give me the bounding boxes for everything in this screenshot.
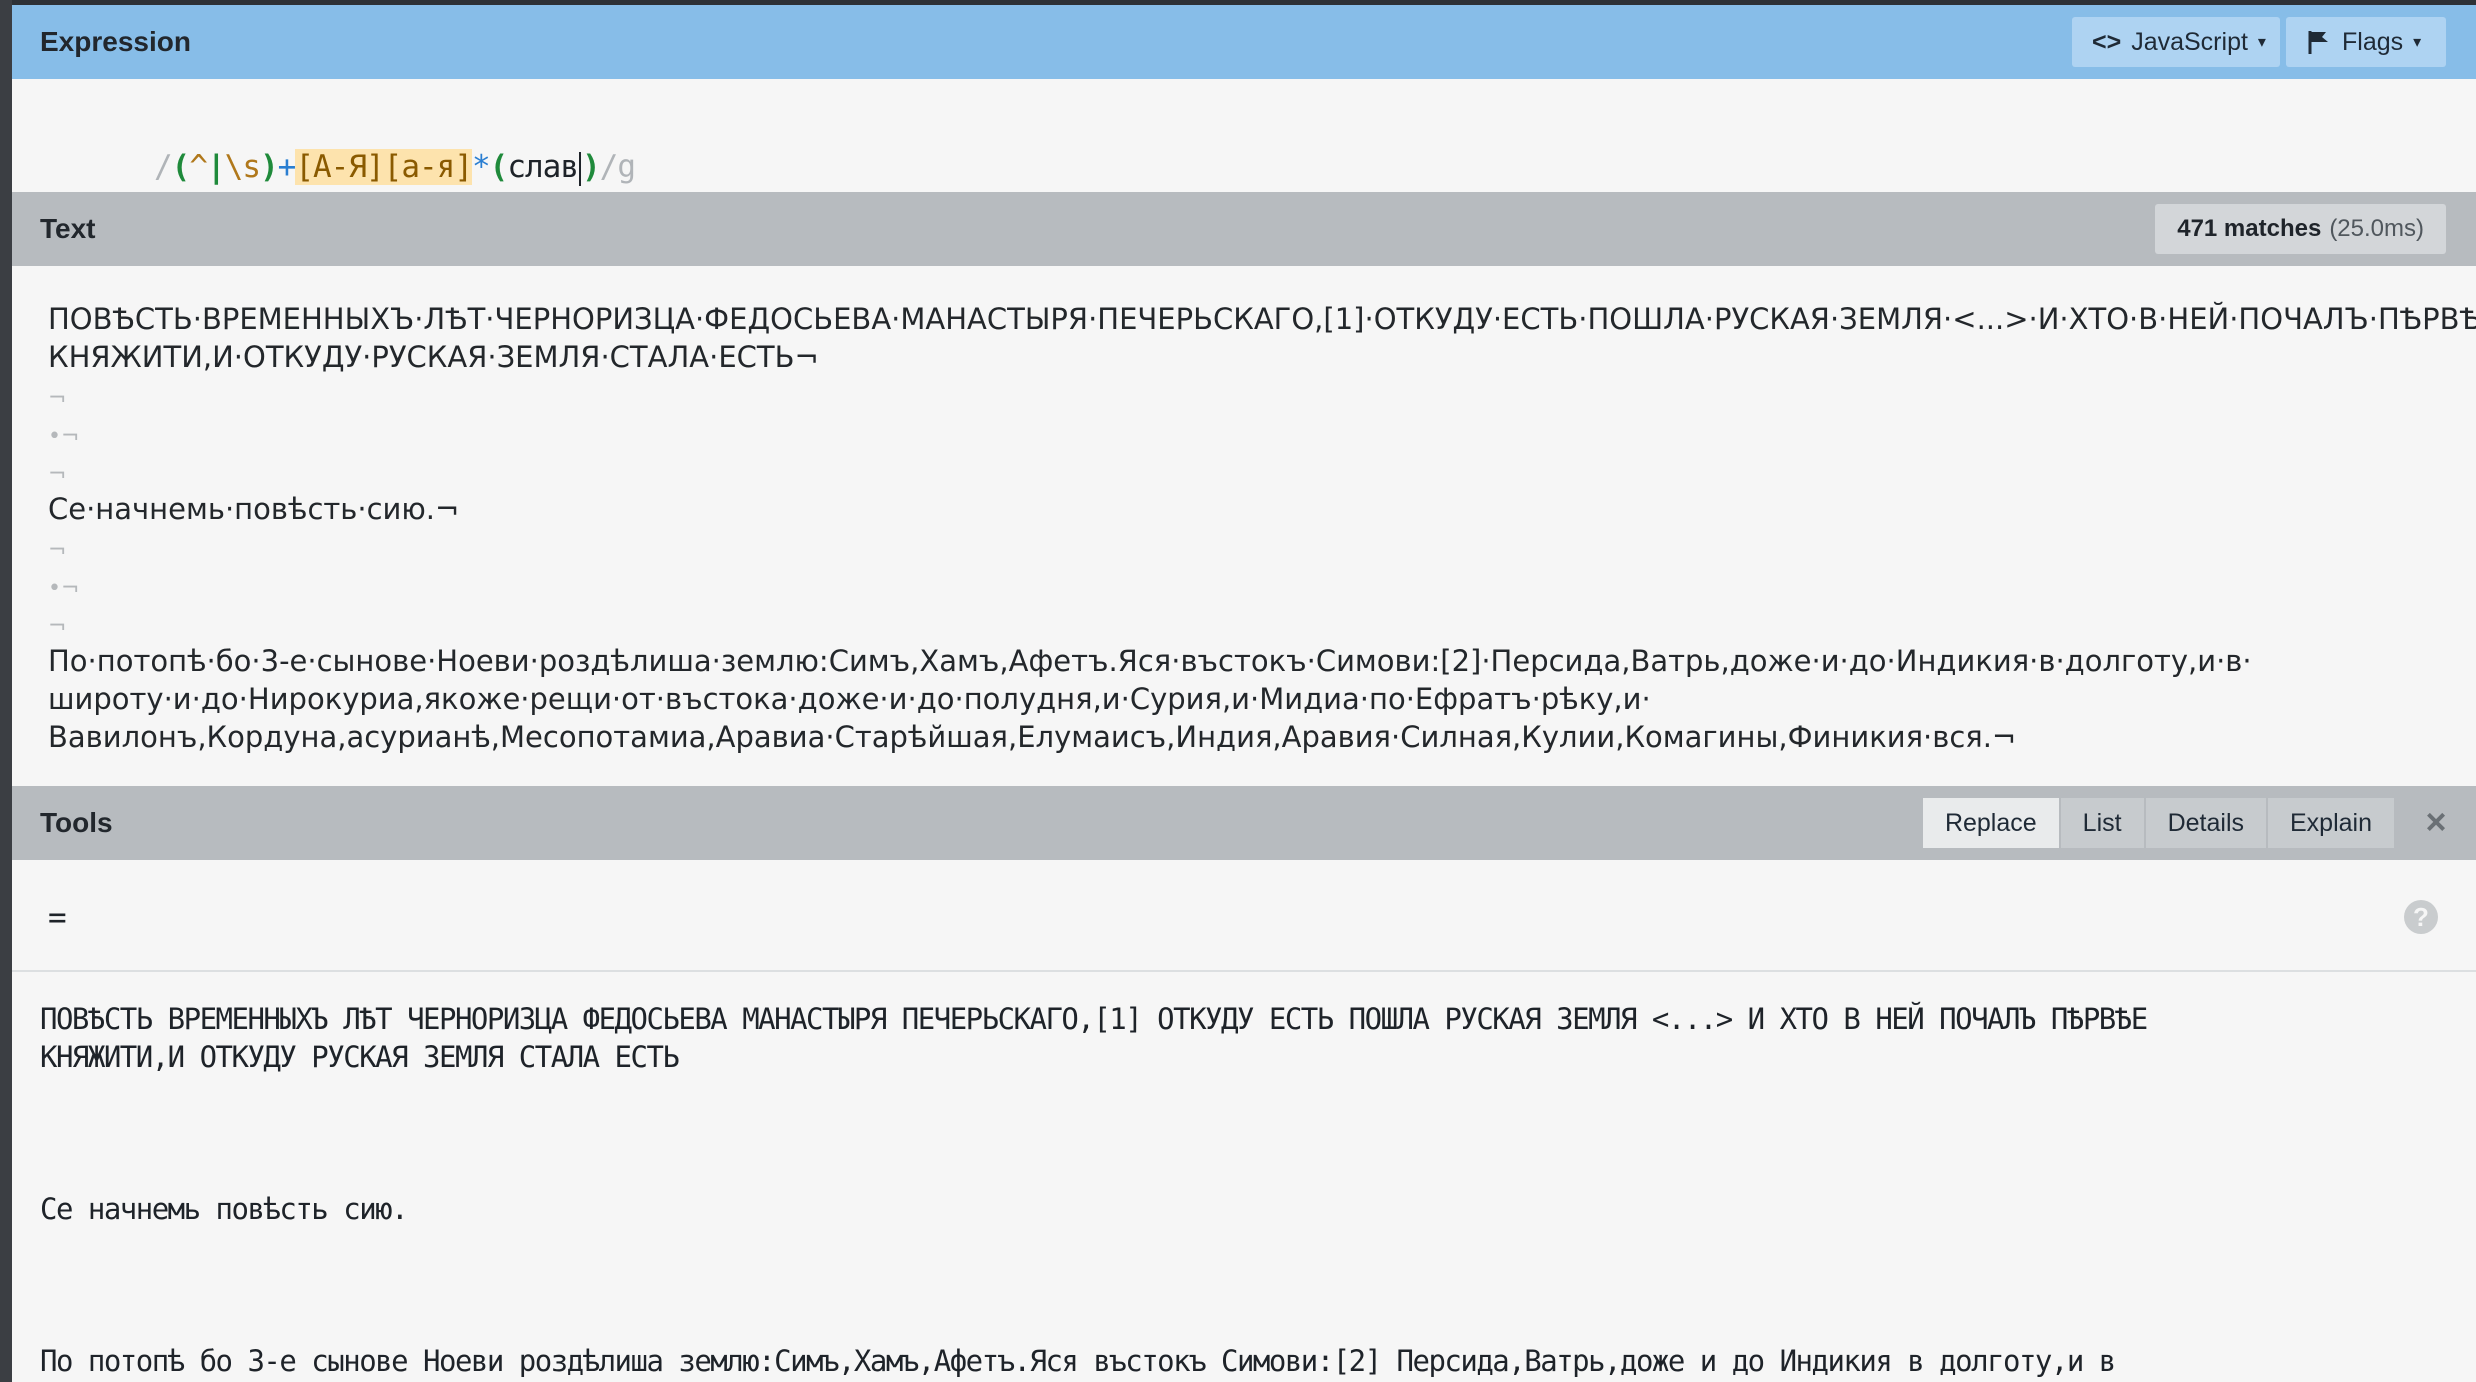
match-count-badge: 471 matches (25.0ms) xyxy=(2155,204,2446,254)
flags-label: Flags xyxy=(2342,27,2404,56)
flag-icon xyxy=(2308,31,2328,54)
replace-editor[interactable]: = ? xyxy=(12,860,2476,972)
text-line-marker: ¬ xyxy=(48,538,67,563)
tab-details[interactable]: Details xyxy=(2145,798,2268,848)
result-line: Се начнемь повѣсть сию. xyxy=(40,1192,409,1226)
pattern-open-slash: / xyxy=(153,149,173,185)
tab-explain[interactable]: Explain xyxy=(2268,798,2396,848)
result-line: ПОВѢСТЬ ВРЕМЕННЫХЪ ЛѢТ ЧЕРНОРИЗЦА ФЕДОСЬ… xyxy=(40,1002,2148,1036)
text-line-marker: •¬ xyxy=(48,576,80,601)
pattern-alternation: | xyxy=(207,149,226,185)
replace-input[interactable]: = xyxy=(48,900,67,936)
match-time: (25.0ms) xyxy=(2329,215,2424,242)
pattern-quantifier-plus: + xyxy=(277,149,297,185)
result-line: По потопѣ бо 3-е сынове Ноеви роздѣлиша … xyxy=(40,1344,2116,1378)
text-line: Се·начнемь·повѣсть·сию.¬ xyxy=(48,492,460,526)
flavor-button[interactable]: <> JavaScript ▾ xyxy=(2072,17,2280,67)
chevron-down-icon: ▾ xyxy=(2257,34,2266,51)
expression-title: Expression xyxy=(40,26,191,57)
text-line: КНЯЖИТИ,И·ОТКУДУ·РУСКАЯ·ЗЕМЛЯ·СТАЛА·ЕСТЬ… xyxy=(48,340,819,374)
left-sidebar-edge xyxy=(0,0,12,1382)
regex-tester-app: Expression <> JavaScript ▾ Flags ▾ /(^|\… xyxy=(0,0,2476,1382)
pattern-group-open: ( xyxy=(171,149,191,185)
close-icon[interactable]: × xyxy=(2418,804,2454,840)
pattern-class-lower: [а-я] xyxy=(383,149,473,185)
pattern-group2-close: ) xyxy=(582,149,601,185)
pattern-group2-open: ( xyxy=(489,149,509,185)
text-line-marker: ¬ xyxy=(48,462,67,487)
text-header: Text 471 matches (25.0ms) xyxy=(12,192,2476,266)
pattern-group-close: ) xyxy=(260,149,279,185)
help-icon[interactable]: ? xyxy=(2404,900,2438,934)
text-line: широту·и·до·Нирокуриа,якоже·рещи·от·въст… xyxy=(48,682,1651,716)
expression-header: Expression <> JavaScript ▾ Flags ▾ xyxy=(12,5,2476,79)
tools-tabs: Replace List Details Explain xyxy=(1922,798,2396,848)
pattern-quantifier-star: * xyxy=(472,149,491,185)
match-count: 471 matches xyxy=(2177,215,2322,242)
flags-button[interactable]: Flags ▾ xyxy=(2286,17,2446,67)
text-line-marker: •¬ xyxy=(48,424,80,449)
expression-editor[interactable]: /(^|\s)+[А-Я][а-я]*(слав)/g xyxy=(12,79,2476,192)
pattern-flags: /g xyxy=(599,149,636,185)
text-cursor xyxy=(579,151,581,186)
text-line-marker: ¬ xyxy=(48,386,67,411)
flavor-label: JavaScript xyxy=(2131,27,2248,56)
text-line: По·потопѣ·бо·3-е·сынове·Ноеви·роздѣлиша·… xyxy=(48,644,2252,678)
pattern-literal: слав xyxy=(507,149,579,185)
replace-result: ПОВѢСТЬ ВРЕМЕННЫХЪ ЛѢТ ЧЕРНОРИЗЦА ФЕДОСЬ… xyxy=(12,972,2476,1382)
text-line-marker: ¬ xyxy=(48,614,67,639)
pattern-anchor: ^ xyxy=(189,149,208,185)
text-line: Вавилонъ,Кордуна,асурианѣ,Месопотамиа,Ар… xyxy=(48,720,2017,754)
tools-header: Tools Replace List Details Explain × xyxy=(12,786,2476,860)
tools-title: Tools xyxy=(40,807,113,838)
tab-replace[interactable]: Replace xyxy=(1922,798,2061,848)
test-text-editor[interactable]: ПОВѢСТЬ·ВРЕМЕННЫХЪ·ЛѢТ·ЧЕРНОРИЗЦА·ФЕДОСЬ… xyxy=(12,266,2476,786)
pattern-whitespace-escape: \s xyxy=(224,149,261,185)
text-line: ПОВѢСТЬ·ВРЕМЕННЫХЪ·ЛѢТ·ЧЕРНОРИЗЦА·ФЕДОСЬ… xyxy=(48,302,2476,336)
result-line: КНЯЖИТИ,И ОТКУДУ РУСКАЯ ЗЕМЛЯ СТАЛА ЕСТЬ xyxy=(40,1040,680,1074)
code-brackets-icon: <> xyxy=(2092,27,2122,56)
text-title: Text xyxy=(40,213,96,244)
pattern-class-upper: [А-Я] xyxy=(295,149,385,185)
tab-list[interactable]: List xyxy=(2060,798,2146,848)
chevron-down-icon: ▾ xyxy=(2413,34,2422,51)
